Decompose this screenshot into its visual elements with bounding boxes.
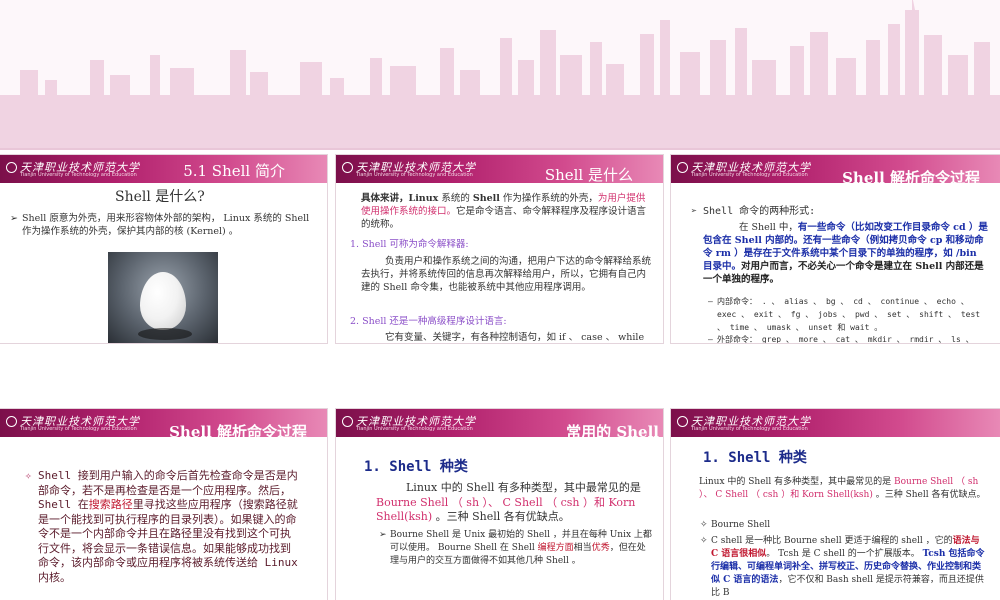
slide-thumbnail-5[interactable]: 天津职业技术师范大学 Tianjin University of Technolo…: [336, 409, 663, 600]
university-logo: 天津职业技术师范大学 Tianjin University of Technolo…: [6, 158, 156, 180]
slide-thumbnail-3[interactable]: 天津职业技术师范大学 Tianjin University of Technolo…: [671, 155, 1000, 343]
item-2-body: 它有变量、关键字，有各种控制语句，如 if 、 case 、 while 、 f…: [385, 332, 645, 343]
slide-heading: Shell 是什么?: [115, 189, 205, 205]
slide-thumbnail-4[interactable]: 天津职业技术师范大学 Tianjin University of Technolo…: [0, 409, 327, 600]
slide-title: Shell 解析命令过程: [169, 423, 307, 441]
university-logo: 天津职业技术师范大学 Tianjin University of Technolo…: [342, 158, 492, 180]
intro-paragraph: Linux 中的 Shell 有多种类型，其中最常见的是 Bourne Shel…: [376, 481, 641, 523]
section-heading: 1. Shell 种类: [703, 450, 807, 466]
slide-header: 天津职业技术师范大学 Tianjin University of Technolo…: [336, 409, 663, 441]
item-1-title: 1. Shell 可称为命令解释器:: [350, 239, 469, 250]
top-banner: [0, 0, 1000, 150]
item-2-title: 2. Shell 还是一种高级程序设计语言:: [350, 316, 507, 327]
slide-title: 常用的 Shell: [566, 423, 659, 441]
slide-header: 天津职业技术师范大学 Tianjin University of Technolo…: [336, 155, 663, 184]
university-logo: 天津职业技术师范大学 Tianjin University of Technolo…: [342, 412, 492, 434]
sub-bullet-internal: – 内部命令： . 、 alias 、 bg 、 cd 、 continue 、 …: [708, 297, 981, 332]
slide-header: 天津职业技术师范大学 Tianjin University of Technolo…: [0, 155, 327, 183]
banner-divider: [0, 148, 1000, 150]
body-bullet: ✧ Shell 接到用户输入的命令后首先检查命令是否是内部命令，若不是再检查是否是…: [25, 469, 298, 584]
slide-header: 天津职业技术师范大学 Tianjin University of Technolo…: [671, 155, 1000, 187]
slide-header: 天津职业技术师范大学 Tianjin University of Technolo…: [671, 409, 1000, 437]
bourne-bullet: ✧ Bourne Shell: [700, 520, 771, 530]
university-logo: 天津职业技术师范大学 Tianjin University of Technolo…: [677, 158, 827, 180]
slide-thumbnail-6[interactable]: 天津职业技术师范大学 Tianjin University of Technolo…: [671, 409, 1000, 600]
lead-bullet: ➢ Shell 命令的两种形式:: [691, 206, 816, 217]
slide-title: Shell 是什么: [544, 166, 633, 184]
university-logo: 天津职业技术师范大学 Tianjin University of Technolo…: [677, 412, 827, 434]
slide-title: Shell 解析命令过程: [842, 169, 980, 187]
university-logo: 天津职业技术师范大学 Tianjin University of Technolo…: [6, 412, 156, 434]
intro-paragraph: Linux 中的 Shell 有多种类型，其中最常见的是 Bourne Shel…: [699, 477, 986, 500]
slide-header: 天津职业技术师范大学 Tianjin University of Technolo…: [0, 409, 327, 441]
egg-image: [140, 272, 186, 330]
slide-thumbnail-1[interactable]: 天津职业技术师范大学 Tianjin University of Technolo…: [0, 155, 327, 343]
main-paragraph: 在 Shell 中，有一些命令（比如改变工作目录命令 cd ）是包含在 Shel…: [703, 222, 988, 285]
bourne-bullet: ➢ Bourne Shell 是 Unix 最初始的 Shell ，并且在每种 U…: [379, 530, 652, 566]
city-skyline-graphic: [0, 0, 1000, 150]
slide-title: 5.1 Shell 简介: [183, 162, 285, 180]
c-shell-bullet: ✧ C shell 是一种比 Bourne shell 更适于编程的 shell …: [700, 536, 985, 598]
section-heading: 1. Shell 种类: [364, 459, 468, 475]
sub-bullet-external: – 外部命令： grep 、 more 、 cat 、 mkdir 、 rmdir…: [708, 335, 974, 343]
intro-paragraph: 具体来讲，Linux 系统的 Shell 作为操作系统的外壳，为用户提供使用操作…: [361, 193, 647, 230]
item-1-body: 负责用户和操作系统之间的沟通，把用户下达的命令解释给系统去执行，并将系统传回的信…: [361, 256, 652, 293]
bullet-text: ➢ Shell 原意为外壳，用来形容物体外部的架构， Linux 系统的 Shel…: [10, 213, 310, 237]
egg-photo: [108, 252, 218, 343]
slide-thumbnail-2[interactable]: 天津职业技术师范大学 Tianjin University of Technolo…: [336, 155, 663, 343]
